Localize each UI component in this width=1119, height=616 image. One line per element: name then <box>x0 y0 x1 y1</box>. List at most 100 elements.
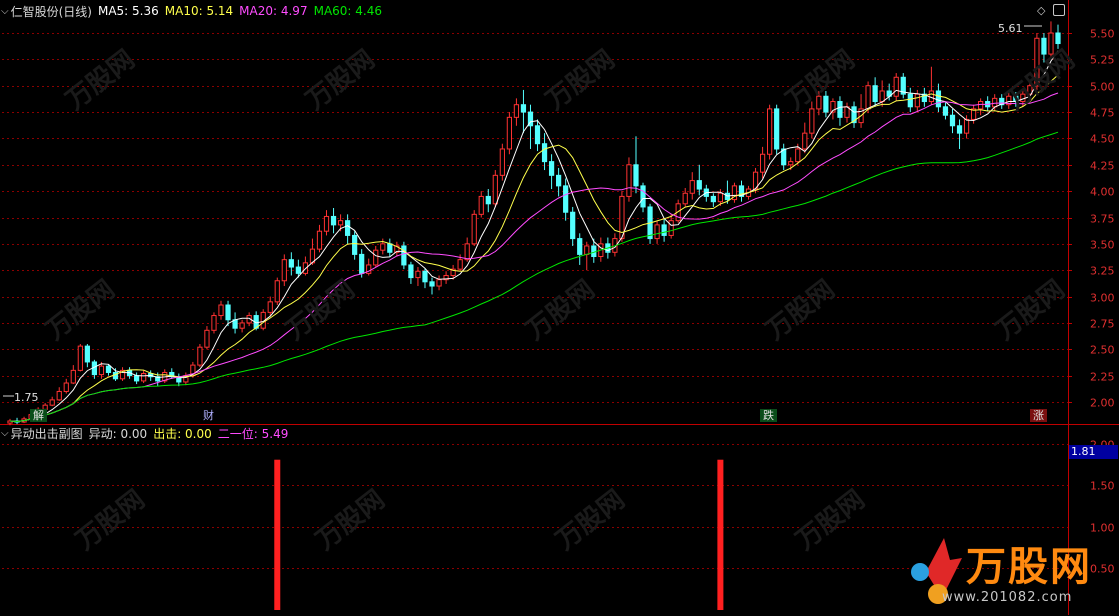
candle-down <box>942 106 949 116</box>
candle-down <box>548 161 555 176</box>
candle-down <box>84 345 90 363</box>
candle-down <box>422 270 428 283</box>
ma10-value: MA10: 5.14 <box>164 4 234 18</box>
candle-up <box>816 95 822 110</box>
ma10-line <box>9 74 1059 423</box>
candle-up <box>63 382 69 392</box>
candle-down <box>1055 32 1061 45</box>
candle-up <box>380 243 386 251</box>
candle-up <box>77 345 83 371</box>
candle-up <box>218 304 224 317</box>
event-marker-jie[interactable]: 解 <box>30 409 47 422</box>
candle-down <box>640 185 646 208</box>
ma20-value: MA20: 4.97 <box>239 4 308 18</box>
main-header: ⌵ 仁智股份(日线) MA5: 5.36 MA10: 5.14 MA20: 4.… <box>0 2 388 20</box>
main-tick-label: 5.50 <box>1090 28 1115 41</box>
main-tick-label: 4.50 <box>1090 133 1115 146</box>
main-tick-label: 3.25 <box>1090 265 1115 278</box>
chevron-down-icon[interactable]: ⌵ <box>1 6 9 17</box>
candle-down <box>485 195 491 205</box>
candle-down <box>133 375 140 382</box>
candle-up <box>204 329 210 348</box>
ma5-line <box>9 50 1059 423</box>
candle-up <box>893 76 899 97</box>
eryiwei-value: 二一位: 5.49 <box>217 426 289 441</box>
candle-up <box>499 148 505 176</box>
candle-up <box>415 270 421 279</box>
candle-up <box>767 108 773 155</box>
candle-up <box>267 301 273 313</box>
candle-up <box>56 390 62 401</box>
main-chart-title: 仁智股份(日线) <box>10 4 92 19</box>
logo-text: 万股网 <box>966 544 1092 590</box>
candle-down <box>661 224 667 236</box>
candle-up <box>992 97 998 108</box>
candle-up <box>626 164 632 197</box>
candle-up <box>809 108 815 134</box>
candle-up <box>584 245 590 255</box>
event-marker-cai[interactable]: 财 <box>200 409 217 422</box>
candle-up <box>478 195 484 215</box>
candle-down <box>534 125 541 145</box>
candle-up <box>49 399 55 406</box>
sub-tick-label: 1.50 <box>1090 480 1115 493</box>
candle-up <box>141 373 147 382</box>
candle-down <box>710 195 716 203</box>
candle-down <box>429 281 435 287</box>
candle-up <box>1020 93 1026 103</box>
candle-up <box>281 259 287 282</box>
candle-up <box>316 230 323 250</box>
candle-up <box>457 259 463 270</box>
candle-down <box>1041 37 1047 55</box>
candle-down <box>633 164 639 187</box>
low-price-label: 1.75 <box>14 391 39 404</box>
main-tick-label: 2.25 <box>1090 371 1115 384</box>
main-tick-label: 4.75 <box>1090 107 1115 120</box>
sub-value-box: 1.81 <box>1069 445 1118 459</box>
chevron-down-icon[interactable]: ⌵ <box>1 428 9 439</box>
candle-up <box>471 213 477 245</box>
signal-bar <box>274 459 281 610</box>
candle-up <box>70 369 76 384</box>
sub-chart-title: 异动出击副图 <box>10 426 83 441</box>
brand-logo: 万股网 www.201082.com <box>906 532 1116 612</box>
diamond-icon[interactable]: ◇ <box>1037 4 1045 17</box>
candle-up <box>337 220 344 226</box>
candle-up <box>373 249 379 266</box>
candle-down <box>570 211 576 240</box>
candle-down <box>935 90 942 108</box>
candle-up <box>928 90 935 103</box>
candle-down <box>837 101 843 118</box>
candle-down <box>872 85 878 103</box>
candle-up <box>274 280 280 303</box>
main-tick-label: 4.25 <box>1090 160 1115 173</box>
candle-up <box>802 132 808 150</box>
panel-toggle-icon[interactable] <box>1053 4 1065 16</box>
candle-down <box>541 143 548 163</box>
candle-down <box>295 266 301 274</box>
candle-up <box>323 215 330 232</box>
candle-up <box>795 148 801 163</box>
candle-up <box>197 346 203 366</box>
candle-down <box>401 245 407 266</box>
main-tick-label: 4.00 <box>1090 186 1115 199</box>
candle-up <box>963 118 970 134</box>
event-marker-die[interactable]: 跌 <box>760 409 777 422</box>
candle-up <box>682 192 688 205</box>
candle-down <box>907 93 913 108</box>
candle-up <box>506 116 512 150</box>
candle-up <box>492 174 498 205</box>
candle-down <box>520 104 527 113</box>
candle-up <box>211 315 217 331</box>
main-tick-label: 2.75 <box>1090 318 1115 331</box>
event-marker-zhang[interactable]: 涨 <box>1030 409 1047 422</box>
candle-up <box>98 365 105 376</box>
candle-up <box>1034 37 1040 87</box>
main-tick-label: 2.00 <box>1090 397 1115 410</box>
candle-up <box>1048 32 1054 55</box>
main-tick-label: 3.50 <box>1090 239 1115 252</box>
candle-up <box>689 180 695 194</box>
main-tick-label: 5.25 <box>1090 54 1115 67</box>
main-tick-label: 3.75 <box>1090 213 1115 226</box>
candle-down <box>563 185 569 213</box>
